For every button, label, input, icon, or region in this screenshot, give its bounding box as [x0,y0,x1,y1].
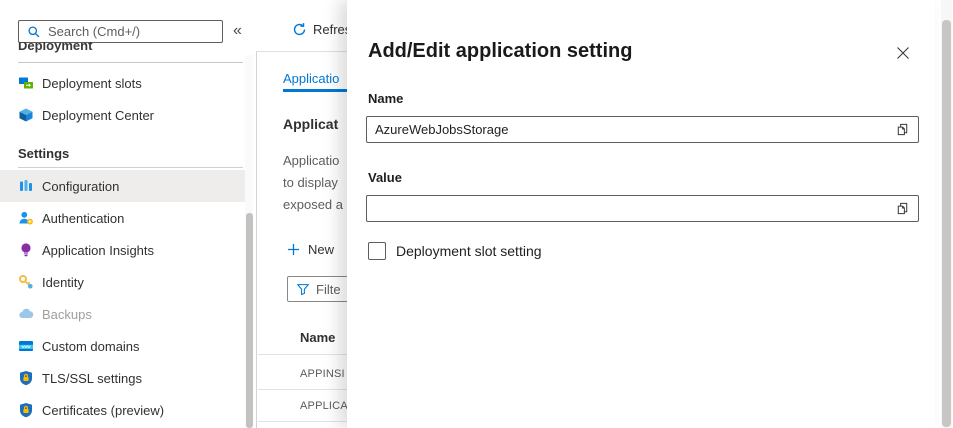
table-divider [258,354,347,355]
table-divider [258,389,347,390]
deployment-center-icon [17,107,34,124]
active-tab-underline [283,89,347,92]
panel-title: Add/Edit application setting [368,40,632,63]
new-application-setting-button[interactable]: New [287,242,334,257]
copy-icon[interactable] [895,122,910,137]
value-input-wrap [366,195,919,222]
deployment-nav-group: Deployment slots Deployment Center [0,67,246,131]
sidebar-item-certificates[interactable]: Certificates (preview) [0,394,246,426]
application-insights-icon [17,242,34,259]
name-field-label: Name [368,91,403,106]
new-button-label: New [308,242,334,257]
sidebar-item-label: Configuration [42,179,119,194]
sidebar-item-custom-domains[interactable]: WWW Custom domains [0,330,246,362]
sidebar-item-authentication[interactable]: Authentication [0,202,246,234]
sidebar-search[interactable] [18,20,223,43]
section-heading: Applicat [283,116,338,132]
value-input[interactable] [367,196,895,221]
sidebar-item-label: Application Insights [42,243,154,258]
collapse-sidebar-icon[interactable]: « [233,21,242,41]
svg-text:WWW: WWW [21,345,30,349]
plus-icon [287,243,300,256]
name-input[interactable] [367,117,895,142]
identity-icon [17,274,34,291]
sidebar-item-identity[interactable]: Identity [0,266,246,298]
sidebar-item-backups[interactable]: Backups [0,298,246,330]
deployment-slot-setting-label: Deployment slot setting [396,243,542,259]
sidebar: « Deployment Deployment slots [0,0,257,428]
sidebar-item-label: Backups [42,307,92,322]
add-edit-application-setting-panel: Add/Edit application setting Name Value [347,0,935,428]
table-row[interactable]: APPINSI [300,368,345,380]
sidebar-item-application-insights[interactable]: Application Insights [0,234,246,266]
tab-application-settings[interactable]: Applicatio [283,71,339,86]
value-field-label: Value [368,170,402,185]
sidebar-section-deployment: Deployment [18,42,158,54]
close-icon[interactable] [895,45,911,61]
tls-ssl-shield-icon [17,370,34,387]
settings-nav-group: Configuration Authentication [0,170,246,426]
sidebar-item-configuration[interactable]: Configuration [0,170,246,202]
sidebar-item-label: Deployment slots [42,76,142,91]
authentication-icon [17,210,34,227]
search-icon [27,25,41,39]
sidebar-item-label: TLS/SSL settings [42,371,142,386]
sidebar-item-label: Authentication [42,211,124,226]
sidebar-divider [18,62,243,63]
sidebar-item-label: Deployment Center [42,108,154,123]
page-scrollbar-thumb[interactable] [942,20,951,427]
description-line: to display [283,172,343,194]
toolbar-divider [257,51,347,52]
azure-portal-page: « Deployment Deployment slots [0,0,953,428]
deployment-slots-icon [17,75,34,92]
sidebar-item-deployment-center[interactable]: Deployment Center [0,99,246,131]
name-input-wrap [366,116,919,143]
custom-domains-icon: WWW [17,338,34,355]
section-description: Applicatio to display exposed a [283,150,343,216]
filter-label: Filte [316,282,341,297]
refresh-label: Refresh [313,22,347,37]
sidebar-item-deployment-slots[interactable]: Deployment slots [0,67,246,99]
table-row[interactable]: APPLICA [300,400,347,412]
sidebar-scrollbar-thumb[interactable] [246,213,253,428]
sidebar-item-label: Certificates (preview) [42,403,164,418]
configuration-pane: Refresh Applicatio Applicat Applicatio t… [257,0,347,428]
search-input[interactable] [48,24,222,39]
filter-input[interactable]: Filte [287,276,347,302]
sidebar-divider [18,167,243,168]
copy-icon[interactable] [895,201,910,216]
sidebar-item-tls-ssl-settings[interactable]: TLS/SSL settings [0,362,246,394]
sidebar-item-label: Identity [42,275,84,290]
description-line: exposed a [283,194,343,216]
deployment-slot-setting-checkbox[interactable] [368,242,386,260]
refresh-icon [292,22,307,37]
configuration-icon [17,178,34,195]
deployment-slot-setting-row: Deployment slot setting [368,242,542,260]
certificates-shield-icon [17,402,34,419]
backups-icon [17,306,34,323]
refresh-button[interactable]: Refresh [292,22,347,37]
filter-funnel-icon [296,282,310,296]
table-divider [258,421,347,422]
table-header-name: Name [300,330,335,345]
sidebar-section-settings: Settings [18,146,69,161]
description-line: Applicatio [283,150,343,172]
sidebar-item-label: Custom domains [42,339,140,354]
